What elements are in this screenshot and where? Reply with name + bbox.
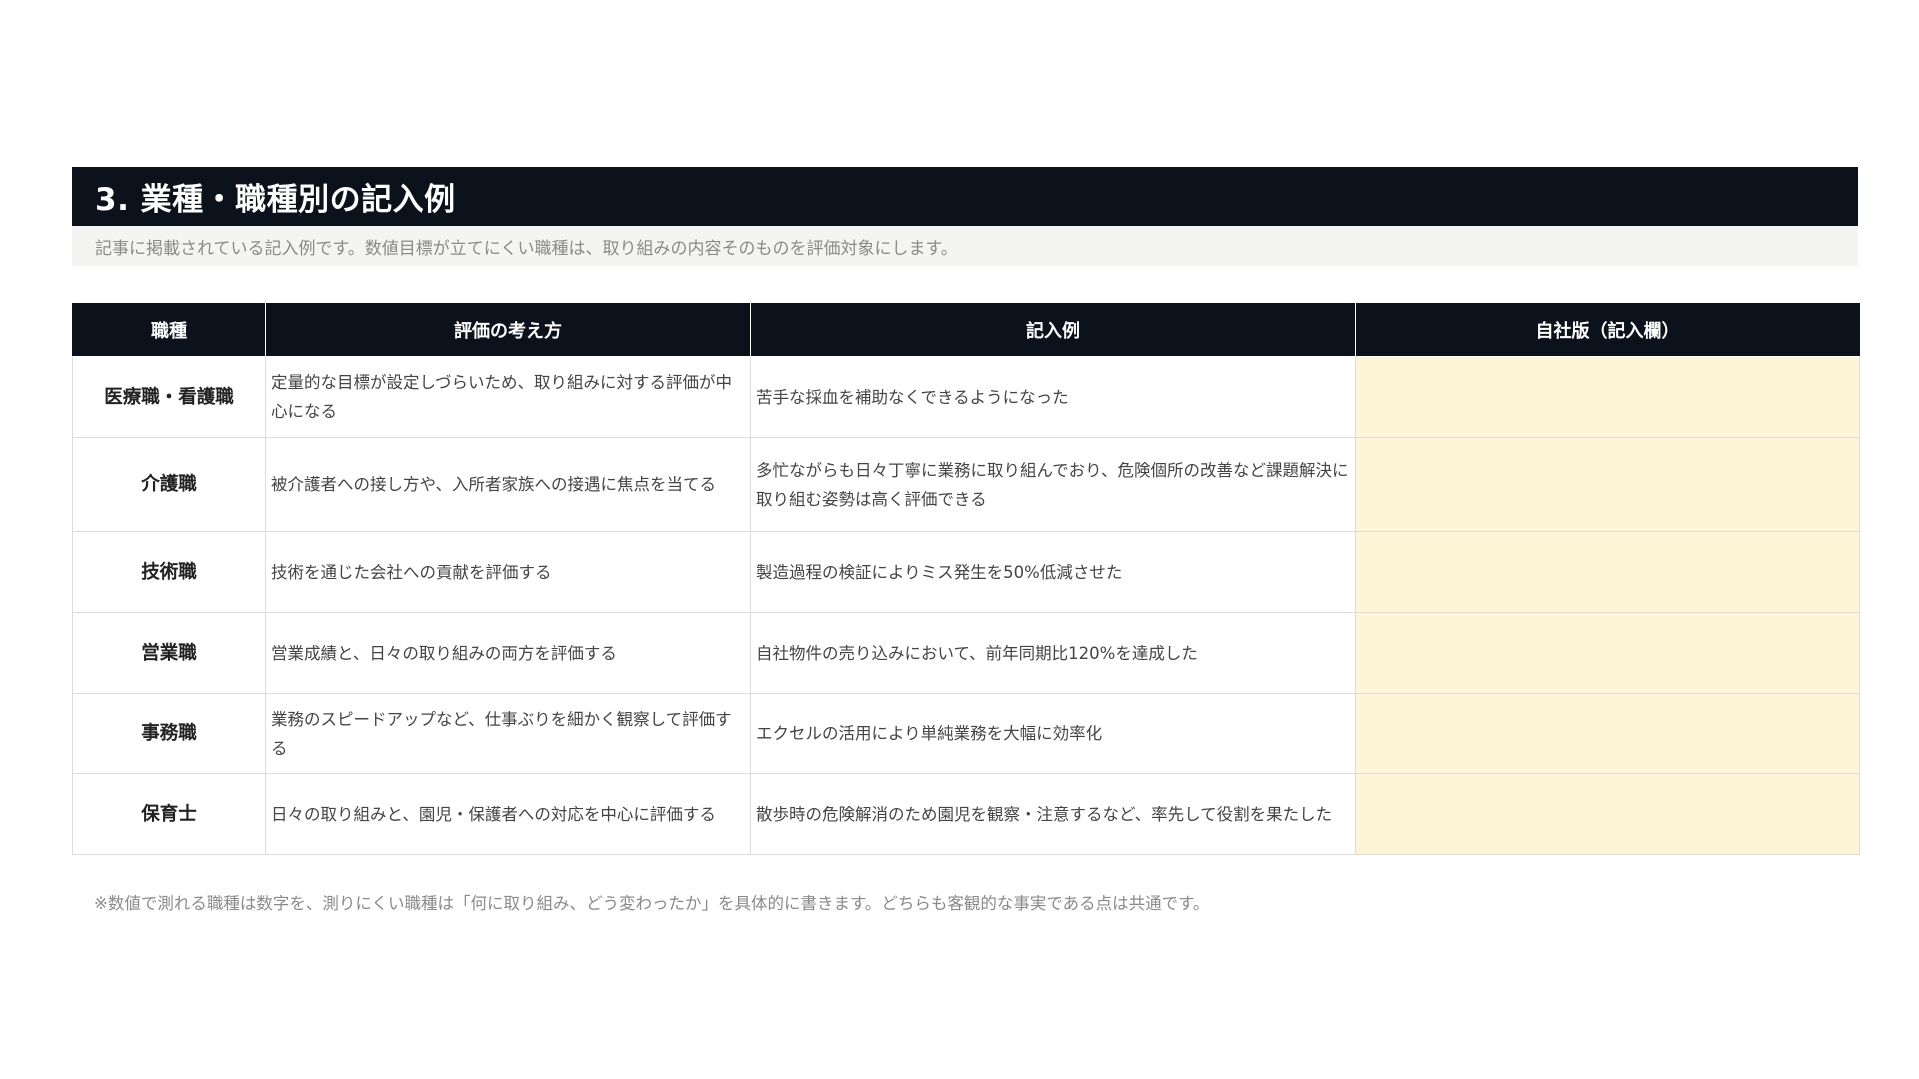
- example-cell: 散歩時の危険解消のため園児を観察・注意するなど、率先して役割を果たした: [750, 773, 1356, 855]
- approach-cell: 業務のスピードアップなど、仕事ぶりを細かく観察して評価する: [265, 693, 751, 774]
- own-entry-cell[interactable]: [1355, 773, 1860, 855]
- table-row: 医療職・看護職 定量的な目標が設定しづらいため、取り組みに対する評価が中心になる…: [72, 356, 1860, 438]
- own-entry-cell[interactable]: [1355, 356, 1860, 438]
- header-own-entry: 自社版（記入欄）: [1355, 303, 1860, 357]
- own-entry-cell[interactable]: [1355, 531, 1860, 613]
- approach-cell: 日々の取り組みと、園児・保護者への対応を中心に評価する: [265, 773, 751, 855]
- header-job: 職種: [72, 303, 266, 357]
- table-row: 事務職 業務のスピードアップなど、仕事ぶりを細かく観察して評価する エクセルの活…: [72, 693, 1860, 774]
- own-entry-cell[interactable]: [1355, 437, 1860, 532]
- section-subtitle: 記事に掲載されている記入例です。数値目標が立てにくい職種は、取り組みの内容そのも…: [72, 226, 1858, 266]
- table-row: 保育士 日々の取り組みと、園児・保護者への対応を中心に評価する 散歩時の危険解消…: [72, 773, 1860, 855]
- approach-cell: 被介護者への接し方や、入所者家族への接遇に焦点を当てる: [265, 437, 751, 532]
- job-cell: 事務職: [72, 693, 266, 774]
- job-cell: 技術職: [72, 531, 266, 613]
- approach-cell: 技術を通じた会社への貢献を評価する: [265, 531, 751, 613]
- job-cell: 医療職・看護職: [72, 356, 266, 438]
- job-cell: 保育士: [72, 773, 266, 855]
- footnote: ※数値で測れる職種は数字を、測りにくい職種は「何に取り組み、どう変わったか」を具…: [94, 894, 1210, 913]
- examples-table: 職種 評価の考え方 記入例 自社版（記入欄） 医療職・看護職 定量的な目標が設定…: [72, 303, 1860, 855]
- table-row: 営業職 営業成績と、日々の取り組みの両方を評価する 自社物件の売り込みにおいて、…: [72, 612, 1860, 694]
- table-row: 介護職 被介護者への接し方や、入所者家族への接遇に焦点を当てる 多忙ながらも日々…: [72, 437, 1860, 532]
- example-cell: 苦手な採血を補助なくできるようになった: [750, 356, 1356, 438]
- example-cell: 自社物件の売り込みにおいて、前年同期比120%を達成した: [750, 612, 1356, 694]
- table-header-row: 職種 評価の考え方 記入例 自社版（記入欄）: [72, 303, 1860, 357]
- example-cell: 多忙ながらも日々丁寧に業務に取り組んでおり、危険個所の改善など課題解決に取り組む…: [750, 437, 1356, 532]
- approach-cell: 定量的な目標が設定しづらいため、取り組みに対する評価が中心になる: [265, 356, 751, 438]
- own-entry-cell[interactable]: [1355, 693, 1860, 774]
- own-entry-cell[interactable]: [1355, 612, 1860, 694]
- example-cell: エクセルの活用により単純業務を大幅に効率化: [750, 693, 1356, 774]
- example-cell: 製造過程の検証によりミス発生を50%低減させた: [750, 531, 1356, 613]
- approach-cell: 営業成績と、日々の取り組みの両方を評価する: [265, 612, 751, 694]
- job-cell: 介護職: [72, 437, 266, 532]
- job-cell: 営業職: [72, 612, 266, 694]
- header-approach: 評価の考え方: [265, 303, 751, 357]
- header-example: 記入例: [750, 303, 1356, 357]
- section-header: 3. 業種・職種別の記入例 記事に掲載されている記入例です。数値目標が立てにくい…: [72, 167, 1858, 266]
- table-row: 技術職 技術を通じた会社への貢献を評価する 製造過程の検証によりミス発生を50%…: [72, 531, 1860, 613]
- section-title: 3. 業種・職種別の記入例: [72, 167, 1858, 226]
